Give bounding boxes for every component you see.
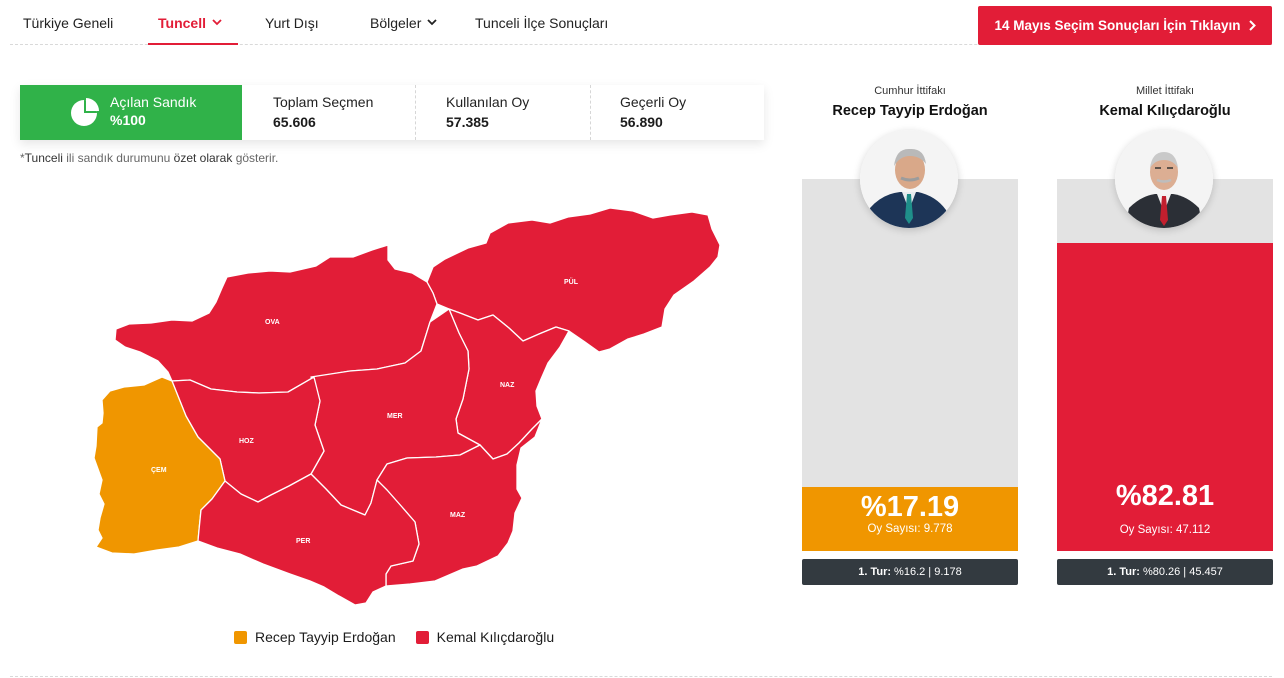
- may14-results-button[interactable]: 14 Mayıs Seçim Sonuçları İçin Tıklayın: [978, 6, 1272, 45]
- map-footnote: *Tunceli ili sandık durumunu özet olarak…: [20, 151, 278, 165]
- vote-percent: %82.81: [1115, 480, 1215, 512]
- nav-ilce-sonuclari[interactable]: Tunceli İlçe Sonuçları: [475, 15, 608, 31]
- legend-swatch: [234, 630, 247, 644]
- first-round-value: %16.2 | 9.178: [894, 566, 962, 578]
- legend-item-kilicdaroglu: Kemal Kılıçdaroğlu: [415, 629, 555, 645]
- nav-bolgeler-label: Bölgeler: [370, 15, 422, 31]
- candidate-name: Recep Tayyip Erdoğan: [832, 103, 988, 119]
- nav-turkiye-geneli[interactable]: Türkiye Geneli: [23, 15, 113, 31]
- votes-cast-value: 57.385: [446, 114, 489, 130]
- vote-bar-track: %17.19 Oy Sayısı: 9.778: [802, 179, 1018, 551]
- first-round-label: 1. Tur:: [1107, 566, 1140, 578]
- opened-ballots-box: Açılan Sandık %100: [20, 85, 242, 140]
- nav-tunceli-label: Tuncell: [158, 15, 206, 31]
- vote-count: Oy Sayısı: 9.778: [867, 523, 953, 535]
- nav-bolgeler[interactable]: Bölgeler: [370, 15, 438, 31]
- valid-votes-value: 56.890: [620, 114, 663, 130]
- divider: [590, 85, 591, 140]
- district-label: PÜL: [564, 277, 579, 286]
- total-voters-label: Toplam Seçmen: [273, 94, 374, 110]
- map-legend: Recep Tayyip Erdoğan Kemal Kılıçdaroğlu: [234, 629, 554, 645]
- bottom-divider: [10, 676, 1272, 677]
- nav-tunceli[interactable]: Tuncell: [158, 15, 222, 31]
- footnote-text-1: ili sandık durumunu: [62, 151, 174, 165]
- chevron-down-icon: [212, 19, 222, 26]
- footnote-text-2: gösterir.: [232, 151, 279, 165]
- divider: [415, 85, 416, 140]
- avatar-portrait: [860, 130, 958, 228]
- vote-count: Oy Sayısı: 47.112: [1119, 524, 1211, 536]
- votes-cast-label: Kullanılan Oy: [446, 94, 530, 110]
- may14-results-label: 14 Mayıs Seçim Sonuçları İçin Tıklayın: [994, 18, 1241, 33]
- alliance-label: Cumhur İttifakı: [874, 85, 946, 97]
- nav-yurt-disi[interactable]: Yurt Dışı: [265, 15, 319, 31]
- ballot-stats-bar: Açılan Sandık %100 Toplam Seçmen 65.606 …: [20, 85, 764, 140]
- footnote-bold: özet olarak: [173, 151, 233, 165]
- vote-bar-track: %82.81 Oy Sayısı: 47.112: [1057, 179, 1273, 551]
- first-round-result: 1. Tur: %80.26 | 45.457: [1057, 559, 1273, 585]
- candidate-name: Kemal Kılıçdaroğlu: [1099, 103, 1231, 119]
- total-voters-value: 65.606: [273, 114, 316, 130]
- candidate-card-kilicdaroglu: Millet İttifakı Kemal Kılıçdaroğlu %82.8…: [1057, 80, 1273, 590]
- tunceli-district-map: PÜL OVA NAZ MER HOZ ÇEM MAZ PER: [93, 207, 721, 606]
- vote-bar-fill: %82.81 Oy Sayısı: 47.112: [1057, 242, 1273, 551]
- district-label: ÇEM: [151, 467, 167, 474]
- candidate-card-erdogan: Cumhur İttifakı Recep Tayyip Erdoğan %17…: [802, 80, 1018, 590]
- vote-percent: %17.19: [860, 491, 960, 523]
- district-label: OVA: [265, 319, 280, 326]
- district-label: HOZ: [239, 438, 255, 445]
- candidate-avatar: [1115, 130, 1213, 228]
- district-label: MAZ: [450, 512, 466, 519]
- first-round-value: %80.26 | 45.457: [1142, 566, 1223, 578]
- chevron-down-icon: [427, 19, 438, 26]
- district-label: NAZ: [500, 382, 515, 389]
- first-round-result: 1. Tur: %16.2 | 9.178: [802, 559, 1018, 585]
- legend-swatch: [415, 630, 429, 644]
- avatar-portrait: [1115, 130, 1213, 228]
- chevron-right-icon: [1248, 20, 1256, 31]
- legend-label: Kemal Kılıçdaroğlu: [436, 629, 555, 645]
- opened-ballots-label: Açılan Sandık: [110, 94, 197, 110]
- active-tab-underline: [148, 43, 238, 45]
- first-round-label: 1. Tur:: [858, 566, 892, 578]
- footnote-province: Tunceli: [24, 151, 63, 165]
- district-label: MER: [387, 413, 403, 420]
- alliance-label: Millet İttifakı: [1135, 85, 1195, 97]
- pie-chart-icon: [71, 98, 99, 126]
- valid-votes-label: Geçerli Oy: [620, 94, 687, 110]
- legend-item-erdogan: Recep Tayyip Erdoğan: [234, 629, 396, 645]
- candidate-avatar: [860, 130, 958, 228]
- opened-ballots-value: %100: [110, 112, 146, 128]
- district-label: PER: [296, 538, 310, 545]
- vote-bar-fill: %17.19 Oy Sayısı: 9.778: [802, 487, 1018, 551]
- legend-label: Recep Tayyip Erdoğan: [255, 629, 396, 645]
